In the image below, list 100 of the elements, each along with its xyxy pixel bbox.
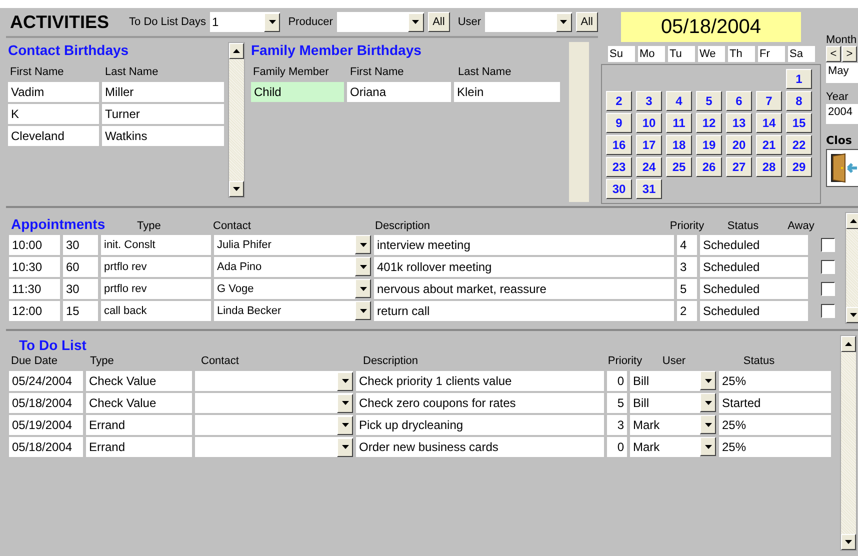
- dropdown-button[interactable]: [337, 438, 353, 456]
- dropdown-button[interactable]: [355, 235, 371, 254]
- month-field[interactable]: May: [826, 63, 858, 83]
- day-button[interactable]: 20: [726, 135, 752, 155]
- caret-icon: [704, 422, 712, 426]
- weekday-label: Sa: [788, 46, 814, 62]
- table-cell: Oriana: [347, 82, 451, 102]
- filter-dropdown[interactable]: [336, 12, 424, 32]
- day-button[interactable]: 24: [636, 157, 662, 177]
- day-button[interactable]: 9: [606, 113, 632, 133]
- all-button[interactable]: All: [428, 12, 450, 32]
- scrollbar[interactable]: [845, 212, 858, 324]
- prev-month-button[interactable]: <: [826, 46, 841, 62]
- table-cell: Check priority 1 clients value: [356, 371, 604, 391]
- weekday-label: Su: [608, 46, 634, 62]
- caret-icon: [342, 423, 348, 427]
- table-cell: Pick up drycleaning: [356, 415, 604, 435]
- day-button[interactable]: 2: [606, 91, 632, 111]
- away-checkbox[interactable]: [821, 282, 835, 296]
- close-button[interactable]: [826, 149, 858, 187]
- column-header: Away: [786, 220, 816, 232]
- column-header: Status: [742, 355, 776, 367]
- day-button[interactable]: 12: [696, 113, 722, 133]
- day-button[interactable]: 19: [696, 135, 722, 155]
- section-heading: To Do List: [18, 336, 88, 353]
- table-cell: call back: [101, 301, 211, 321]
- away-checkbox[interactable]: [821, 238, 835, 252]
- up-arrow-icon: [850, 219, 857, 223]
- dropdown-button[interactable]: [337, 372, 353, 390]
- dropdown-button[interactable]: [337, 394, 353, 412]
- scrollbar[interactable]: [228, 42, 245, 198]
- dropdown-button[interactable]: [700, 371, 716, 390]
- day-button[interactable]: 1: [786, 69, 812, 89]
- column-header: Family Member: [252, 66, 330, 78]
- day-button[interactable]: 13: [726, 113, 752, 133]
- weekday-label: Th: [728, 46, 754, 62]
- day-button[interactable]: 15: [786, 113, 812, 133]
- table-cell: Watkins: [102, 126, 224, 146]
- day-button[interactable]: 18: [666, 135, 692, 155]
- column-header: Last Name: [104, 66, 160, 78]
- day-button[interactable]: 6: [726, 91, 752, 111]
- day-button[interactable]: 16: [606, 135, 632, 155]
- table-cell: Child: [251, 82, 344, 102]
- scrollbar[interactable]: [840, 335, 857, 551]
- section-heading: Appointments: [10, 216, 106, 232]
- table-cell: 12:00: [9, 301, 60, 321]
- table-cell: Check Value: [86, 371, 192, 391]
- dropdown-button[interactable]: [264, 12, 280, 32]
- day-button[interactable]: 7: [756, 91, 782, 111]
- day-button[interactable]: 8: [786, 91, 812, 111]
- dropdown-button[interactable]: [408, 12, 424, 32]
- day-button[interactable]: 14: [756, 113, 782, 133]
- month-label: Month: [826, 34, 858, 46]
- column-header: Status: [726, 220, 760, 232]
- table-cell: Vadim: [8, 82, 99, 102]
- day-button[interactable]: 22: [786, 135, 812, 155]
- year-field[interactable]: 2004: [826, 104, 858, 124]
- day-button[interactable]: 21: [756, 135, 782, 155]
- table-cell: Errand: [86, 437, 192, 457]
- column-header: First Name: [349, 66, 405, 78]
- table-cell: interview meeting: [374, 235, 674, 255]
- dropdown-button[interactable]: [355, 257, 371, 276]
- table-cell: prtflo rev: [101, 257, 211, 277]
- column-header: Contact: [200, 355, 240, 367]
- day-button[interactable]: 27: [726, 157, 752, 177]
- table-cell: Check zero coupons for rates: [356, 393, 604, 413]
- dropdown-button[interactable]: [337, 416, 353, 434]
- day-button[interactable]: 29: [786, 157, 812, 177]
- day-button[interactable]: 26: [696, 157, 722, 177]
- day-button[interactable]: 3: [636, 91, 662, 111]
- day-button[interactable]: 23: [606, 157, 632, 177]
- days-dropdown[interactable]: 1: [210, 12, 280, 32]
- filter-dropdown[interactable]: [485, 12, 572, 32]
- table-cell: 60: [63, 257, 98, 277]
- day-button[interactable]: 25: [666, 157, 692, 177]
- next-month-button[interactable]: >: [842, 46, 857, 62]
- dropdown-button[interactable]: [355, 301, 371, 320]
- close-label: Clos: [826, 134, 853, 147]
- day-button[interactable]: 5: [696, 91, 722, 111]
- down-arrow-icon: [850, 313, 857, 317]
- day-button[interactable]: 28: [756, 157, 782, 177]
- table-cell: 15: [63, 301, 98, 321]
- all-button[interactable]: All: [576, 12, 598, 32]
- day-button[interactable]: 31: [636, 179, 662, 199]
- dropdown-button[interactable]: [700, 437, 716, 456]
- dropdown-button[interactable]: [700, 415, 716, 434]
- table-cell: Klein: [454, 82, 560, 102]
- selected-date: 05/18/2004: [621, 12, 801, 42]
- dropdown-button[interactable]: [556, 12, 572, 32]
- day-button[interactable]: 4: [666, 91, 692, 111]
- weekday-label: Fr: [758, 46, 784, 62]
- day-button[interactable]: 30: [606, 179, 632, 199]
- dropdown-button[interactable]: [355, 279, 371, 298]
- table-cell: Scheduled: [700, 279, 808, 299]
- day-button[interactable]: 10: [636, 113, 662, 133]
- dropdown-button[interactable]: [700, 393, 716, 412]
- day-button[interactable]: 11: [666, 113, 692, 133]
- away-checkbox[interactable]: [821, 260, 835, 274]
- day-button[interactable]: 17: [636, 135, 662, 155]
- away-checkbox[interactable]: [821, 304, 835, 318]
